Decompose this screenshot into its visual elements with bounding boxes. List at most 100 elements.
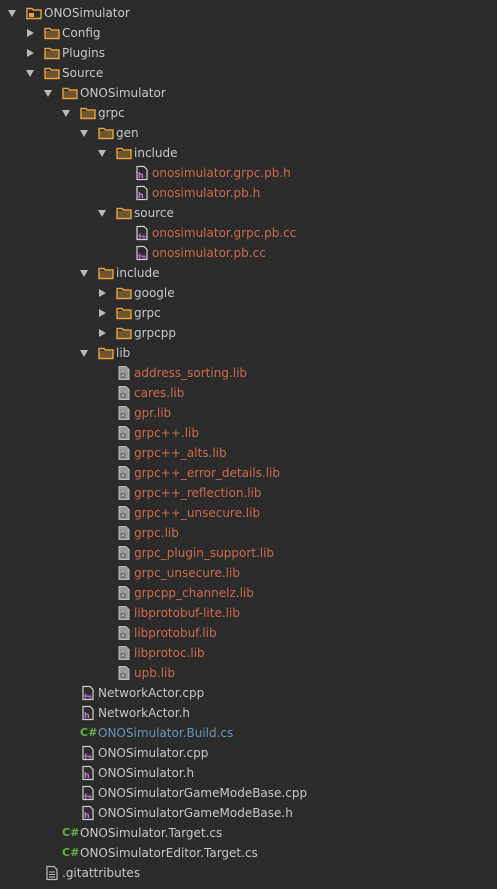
library-file-icon — [116, 605, 132, 621]
folder-icon — [44, 65, 60, 81]
tree-item-label: google — [134, 286, 175, 300]
cpp-file-icon: + + — [134, 225, 150, 241]
collapse-arrow-icon[interactable] — [96, 303, 108, 323]
tree-item-address-sorting-lib[interactable]: address_sorting.lib — [0, 363, 497, 383]
tree-item-google[interactable]: google — [0, 283, 497, 303]
expand-arrow-icon[interactable] — [24, 63, 36, 83]
tree-item-lib[interactable]: lib — [0, 343, 497, 363]
tree-item-onosimulatoreditor-target-cs[interactable]: C# ONOSimulatorEditor.Target.cs — [0, 843, 497, 863]
folder-icon — [44, 25, 60, 41]
tree-item-grpc[interactable]: grpc — [0, 303, 497, 323]
tree-item-onosimulatorgamemodebase-cpp[interactable]: + + ONOSimulatorGameModeBase.cpp — [0, 783, 497, 803]
header-file-icon: h — [134, 165, 150, 181]
collapse-arrow-icon[interactable] — [96, 283, 108, 303]
project-tree[interactable]: ONOSimulator Config Plugins Source ONOSimula… — [0, 0, 497, 889]
collapse-arrow-icon[interactable] — [24, 43, 36, 63]
collapse-arrow-icon[interactable] — [24, 23, 36, 43]
tree-item-gen[interactable]: gen — [0, 123, 497, 143]
tree-item-grpc-plugin-support-lib[interactable]: grpc_plugin_support.lib — [0, 543, 497, 563]
tree-item-source[interactable]: Source — [0, 63, 497, 83]
header-file-icon: h — [80, 805, 96, 821]
svg-text:+: + — [141, 233, 147, 241]
tree-item-label: ONOSimulator — [44, 6, 130, 20]
tree-item-label: libprotobuf.lib — [134, 626, 217, 640]
folder-icon — [44, 45, 60, 61]
expand-arrow-icon[interactable] — [78, 343, 90, 363]
tree-item-gitattributes[interactable]: .gitattributes — [0, 863, 497, 883]
library-file-icon — [116, 505, 132, 521]
folder-icon — [116, 325, 132, 341]
tree-item-label: ONOSimulatorGameModeBase.cpp — [98, 786, 308, 800]
tree-item-label: Source — [62, 66, 104, 80]
tree-item-grpcpp[interactable]: grpcpp — [0, 323, 497, 343]
tree-item-onosimulator-grpc-pb-h[interactable]: h onosimulator.grpc.pb.h — [0, 163, 497, 183]
library-file-icon — [116, 545, 132, 561]
expand-arrow-icon[interactable] — [6, 3, 18, 23]
tree-item-onosimulator-grpc-pb-cc[interactable]: + + onosimulator.grpc.pb.cc — [0, 223, 497, 243]
tree-item-label: onosimulator.grpc.pb.cc — [152, 226, 297, 240]
expand-arrow-icon[interactable] — [78, 263, 90, 283]
tree-item-cares-lib[interactable]: cares.lib — [0, 383, 497, 403]
tree-item-networkactor-h[interactable]: h NetworkActor.h — [0, 703, 497, 723]
tree-item-onosimulator-cpp[interactable]: + + ONOSimulator.cpp — [0, 743, 497, 763]
tree-item-networkactor-cpp[interactable]: + + NetworkActor.cpp — [0, 683, 497, 703]
tree-item-onosimulator[interactable]: ONOSimulator — [0, 3, 497, 23]
svg-text:+: + — [87, 693, 93, 701]
tree-item-label: onosimulator.pb.h — [152, 186, 261, 200]
tree-item-label: grpc++_unsecure.lib — [134, 506, 261, 520]
tree-item-onosimulator-h[interactable]: h ONOSimulator.h — [0, 763, 497, 783]
library-file-icon — [116, 625, 132, 641]
tree-item-label: ONOSimulatorEditor.Target.cs — [80, 846, 258, 860]
tree-item-grpc[interactable]: grpc — [0, 103, 497, 123]
expand-arrow-icon[interactable] — [96, 143, 108, 163]
tree-item-include[interactable]: include — [0, 143, 497, 163]
project-folder-icon — [26, 5, 42, 21]
tree-item-grpc-alts-lib[interactable]: grpc++_alts.lib — [0, 443, 497, 463]
tree-item-onosimulator-pb-cc[interactable]: + + onosimulator.pb.cc — [0, 243, 497, 263]
tree-item-label: lib — [116, 346, 131, 360]
expand-arrow-icon[interactable] — [96, 203, 108, 223]
library-file-icon — [116, 485, 132, 501]
folder-icon — [116, 145, 132, 161]
tree-item-config[interactable]: Config — [0, 23, 497, 43]
tree-item-grpc-reflection-lib[interactable]: grpc++_reflection.lib — [0, 483, 497, 503]
tree-item-libprotoc-lib[interactable]: libprotoc.lib — [0, 643, 497, 663]
tree-item-source[interactable]: source — [0, 203, 497, 223]
tree-item-label: libprotoc.lib — [134, 646, 205, 660]
tree-item-gpr-lib[interactable]: gpr.lib — [0, 403, 497, 423]
folder-icon — [116, 305, 132, 321]
tree-item-include[interactable]: include — [0, 263, 497, 283]
cpp-file-icon: + + — [80, 785, 96, 801]
tree-item-onosimulatorgamemodebase-h[interactable]: h ONOSimulatorGameModeBase.h — [0, 803, 497, 823]
csharp-file-icon: C# — [62, 846, 80, 859]
tree-item-grpc-lib[interactable]: grpc.lib — [0, 523, 497, 543]
tree-item-label: include — [134, 146, 178, 160]
tree-item-label: include — [116, 266, 160, 280]
tree-item-upb-lib[interactable]: upb.lib — [0, 663, 497, 683]
expand-arrow-icon[interactable] — [60, 103, 72, 123]
tree-item-label: NetworkActor.cpp — [98, 686, 205, 700]
tree-item-grpcpp-channelz-lib[interactable]: grpcpp_channelz.lib — [0, 583, 497, 603]
tree-item-label: libprotobuf-lite.lib — [134, 606, 240, 620]
folder-icon — [80, 105, 96, 121]
tree-item-grpc-error-details-lib[interactable]: grpc++_error_details.lib — [0, 463, 497, 483]
tree-item-grpc-unsecure-lib[interactable]: grpc_unsecure.lib — [0, 563, 497, 583]
collapse-arrow-icon[interactable] — [96, 323, 108, 343]
folder-icon — [116, 285, 132, 301]
expand-arrow-icon[interactable] — [42, 83, 54, 103]
tree-item-plugins[interactable]: Plugins — [0, 43, 497, 63]
expand-arrow-icon[interactable] — [78, 123, 90, 143]
tree-item-onosimulator[interactable]: ONOSimulator — [0, 83, 497, 103]
tree-item-onosimulator-target-cs[interactable]: C# ONOSimulator.Target.cs — [0, 823, 497, 843]
text-file-icon — [44, 865, 60, 881]
tree-item-label: source — [134, 206, 174, 220]
tree-item-grpc-lib[interactable]: grpc++.lib — [0, 423, 497, 443]
tree-item-grpc-unsecure-lib[interactable]: grpc++_unsecure.lib — [0, 503, 497, 523]
tree-item-libprotobuf-lite-lib[interactable]: libprotobuf-lite.lib — [0, 603, 497, 623]
tree-item-label: onosimulator.grpc.pb.h — [152, 166, 291, 180]
tree-item-label: upb.lib — [134, 666, 175, 680]
svg-text:h: h — [138, 171, 144, 180]
tree-item-onosimulator-pb-h[interactable]: h onosimulator.pb.h — [0, 183, 497, 203]
tree-item-libprotobuf-lib[interactable]: libprotobuf.lib — [0, 623, 497, 643]
tree-item-onosimulator-build-cs[interactable]: C# ONOSimulator.Build.cs — [0, 723, 497, 743]
